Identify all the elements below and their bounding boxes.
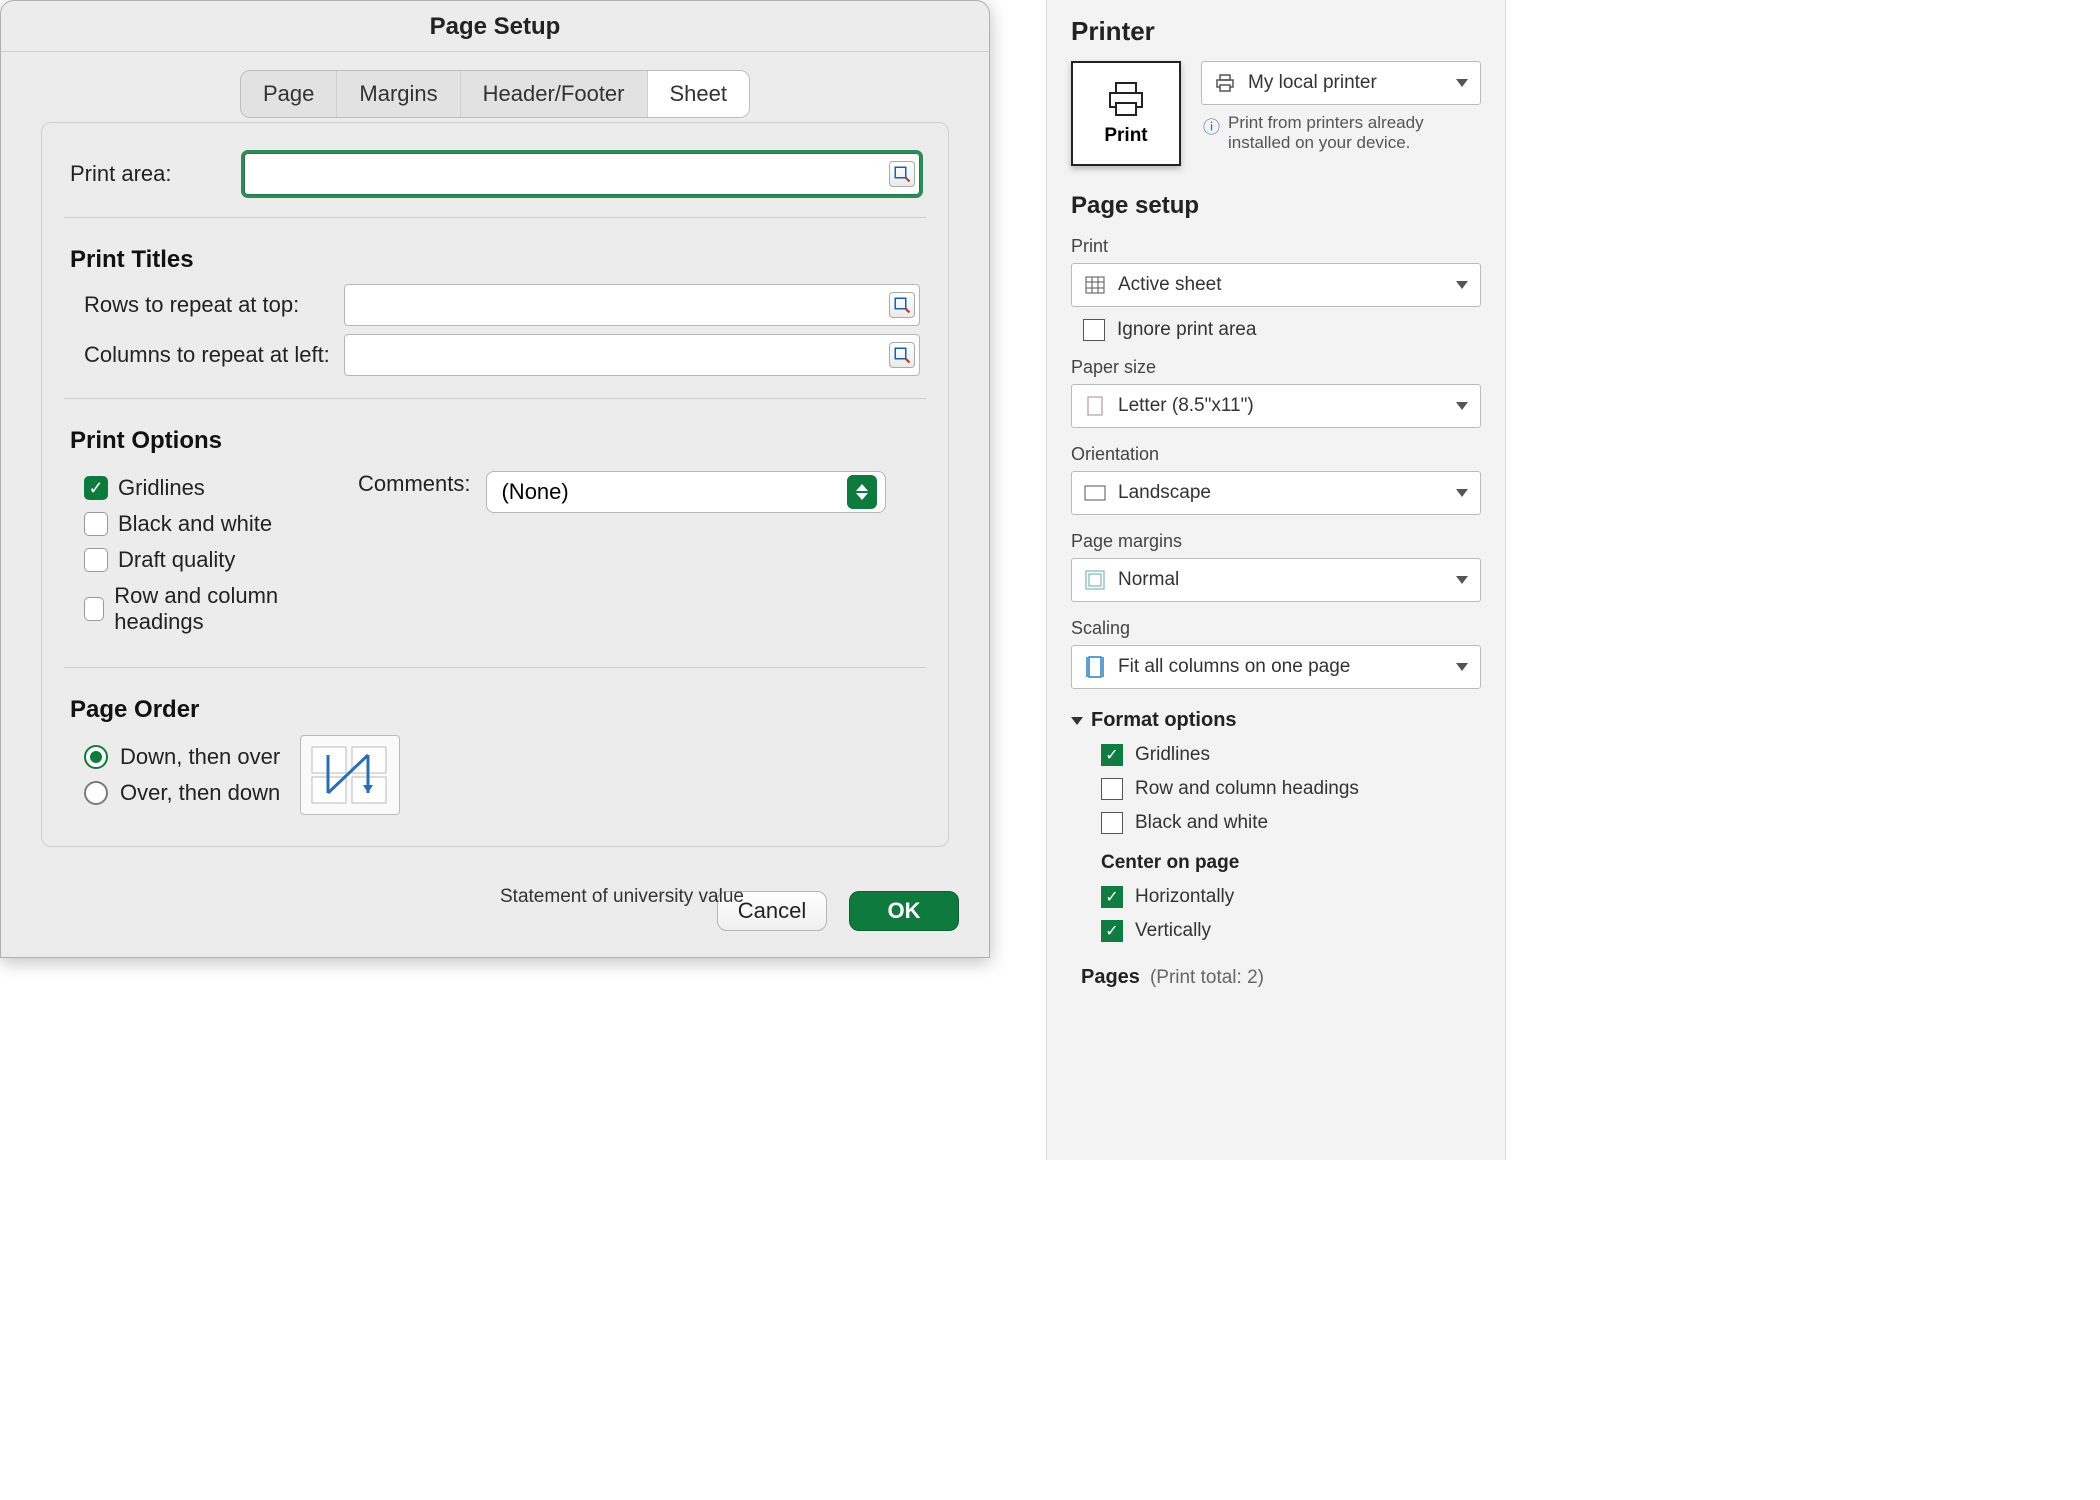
- rows-repeat-label: Rows to repeat at top:: [70, 292, 330, 318]
- fo-gridlines-label: Gridlines: [1135, 744, 1210, 766]
- dialog-tabbar: Page Margins Header/Footer Sheet: [240, 70, 750, 118]
- page-setup-heading: Page setup: [1071, 192, 1481, 220]
- tab-page[interactable]: Page: [241, 71, 337, 117]
- print-options-heading: Print Options: [70, 427, 920, 455]
- cols-repeat-label: Columns to repeat at left:: [70, 342, 330, 368]
- orientation-select[interactable]: Landscape: [1071, 471, 1481, 515]
- center-v-label: Vertically: [1135, 920, 1211, 942]
- print-titles-heading: Print Titles: [70, 246, 920, 274]
- center-on-page-heading: Center on page: [1101, 852, 1481, 874]
- page-margins-select[interactable]: Normal: [1071, 558, 1481, 602]
- chevron-down-icon: [1456, 663, 1468, 671]
- dialog-title: Page Setup: [1, 1, 989, 52]
- tab-headerfooter[interactable]: Header/Footer: [461, 71, 648, 117]
- headings-label: Row and column headings: [114, 583, 330, 635]
- page-margins-label: Page margins: [1071, 531, 1481, 552]
- paper-size-value: Letter (8.5"x11"): [1118, 395, 1254, 417]
- draft-checkbox[interactable]: [84, 548, 108, 572]
- tab-sheet[interactable]: Sheet: [648, 71, 750, 117]
- pages-total: (Print total: 2): [1150, 967, 1264, 989]
- range-selector-icon[interactable]: [889, 292, 915, 318]
- print-field-label: Print: [1071, 236, 1481, 257]
- print-area-label: Print area:: [70, 161, 230, 187]
- print-area-input[interactable]: [244, 153, 920, 195]
- chevron-down-icon: [1071, 717, 1083, 725]
- comments-value: (None): [501, 479, 568, 505]
- stepper-icon: [847, 475, 877, 509]
- print-tile-label: Print: [1104, 125, 1147, 147]
- over-then-down-label: Over, then down: [120, 780, 280, 806]
- pages-expander[interactable]: Pages (Print total: 2): [1071, 966, 1481, 989]
- tab-margins[interactable]: Margins: [337, 71, 460, 117]
- page-order-preview-icon: [300, 735, 400, 815]
- sheet-panel: Print area: Print Titles Rows to repeat …: [41, 122, 949, 847]
- page-icon: [1084, 395, 1106, 417]
- paper-size-label: Paper size: [1071, 357, 1481, 378]
- draft-label: Draft quality: [118, 547, 235, 573]
- center-h-checkbox[interactable]: [1101, 886, 1123, 908]
- down-then-over-radio[interactable]: [84, 745, 108, 769]
- center-v-checkbox[interactable]: [1101, 920, 1123, 942]
- scaling-select[interactable]: Fit all columns on one page: [1071, 645, 1481, 689]
- info-icon: ⓘ: [1203, 113, 1220, 153]
- ignore-print-area-label: Ignore print area: [1117, 319, 1256, 341]
- chevron-down-icon: [1456, 281, 1468, 289]
- down-then-over-label: Down, then over: [120, 744, 280, 770]
- comments-label: Comments:: [358, 471, 470, 497]
- grid-icon: [1084, 274, 1106, 296]
- format-options-title: Format options: [1091, 709, 1237, 732]
- over-then-down-radio[interactable]: [84, 781, 108, 805]
- headings-checkbox[interactable]: [84, 597, 104, 621]
- chevron-down-icon: [1456, 576, 1468, 584]
- ok-button[interactable]: OK: [849, 891, 959, 931]
- fo-bw-checkbox[interactable]: [1101, 812, 1123, 834]
- pages-label: Pages: [1081, 966, 1140, 989]
- dialog-footer: Cancel OK: [1, 873, 989, 957]
- range-selector-icon[interactable]: [889, 161, 915, 187]
- print-side-pane: Printer Print My local printer ⓘ: [1046, 0, 1506, 1160]
- scaling-value: Fit all columns on one page: [1118, 656, 1350, 678]
- printer-heading: Printer: [1071, 16, 1481, 47]
- chevron-down-icon: [1456, 79, 1468, 87]
- bw-label: Black and white: [118, 511, 272, 537]
- paper-size-select[interactable]: Letter (8.5"x11"): [1071, 384, 1481, 428]
- printer-info-text: Print from printers already installed on…: [1228, 113, 1481, 153]
- fo-bw-label: Black and white: [1135, 812, 1268, 834]
- printer-select[interactable]: My local printer: [1201, 61, 1481, 105]
- margins-icon: [1084, 569, 1106, 591]
- printer-info: ⓘ Print from printers already installed …: [1201, 113, 1481, 153]
- bw-checkbox[interactable]: [84, 512, 108, 536]
- cols-repeat-input[interactable]: [344, 334, 920, 376]
- chevron-down-icon: [1456, 402, 1468, 410]
- page-setup-dialog: Page Setup Page Margins Header/Footer Sh…: [0, 0, 990, 958]
- fit-columns-icon: [1084, 656, 1106, 678]
- page-margins-value: Normal: [1118, 569, 1179, 591]
- print-button-tile[interactable]: Print: [1071, 61, 1181, 166]
- orientation-label: Orientation: [1071, 444, 1481, 465]
- scaling-label: Scaling: [1071, 618, 1481, 639]
- gridlines-checkbox[interactable]: [84, 476, 108, 500]
- rows-repeat-input[interactable]: [344, 284, 920, 326]
- print-scope-select[interactable]: Active sheet: [1071, 263, 1481, 307]
- fo-gridlines-checkbox[interactable]: [1101, 744, 1123, 766]
- ignore-print-area-checkbox[interactable]: [1083, 319, 1105, 341]
- landscape-icon: [1084, 482, 1106, 504]
- chevron-down-icon: [1456, 489, 1468, 497]
- printer-select-value: My local printer: [1248, 72, 1377, 94]
- background-cell-text: Statement of university value: [500, 886, 744, 908]
- range-selector-icon[interactable]: [889, 342, 915, 368]
- format-options-expander[interactable]: Format options: [1071, 709, 1481, 732]
- print-scope-value: Active sheet: [1118, 274, 1222, 296]
- printer-icon: [1104, 81, 1148, 117]
- fo-headings-checkbox[interactable]: [1101, 778, 1123, 800]
- page-order-heading: Page Order: [70, 696, 920, 724]
- center-h-label: Horizontally: [1135, 886, 1234, 908]
- fo-headings-label: Row and column headings: [1135, 778, 1359, 800]
- printer-icon: [1214, 72, 1236, 94]
- comments-select[interactable]: (None): [486, 471, 886, 513]
- orientation-value: Landscape: [1118, 482, 1211, 504]
- gridlines-label: Gridlines: [118, 475, 205, 501]
